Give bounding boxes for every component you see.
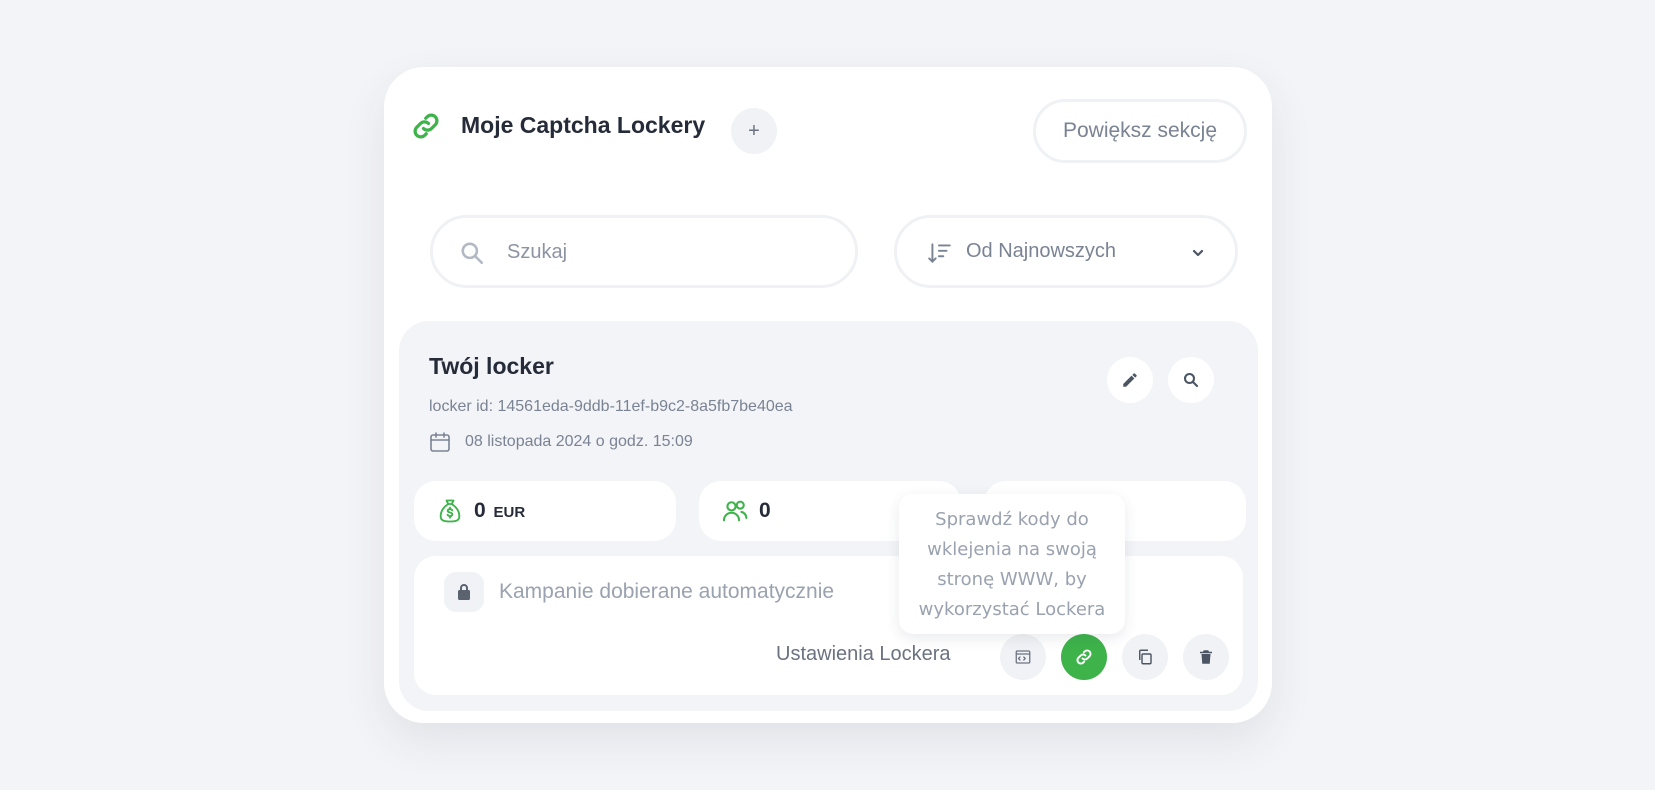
locker-item: Twój locker locker id: 14561eda-9ddb-11e…	[399, 321, 1258, 711]
tooltip-line: wklejenia na swoją	[927, 539, 1097, 560]
search-icon	[461, 242, 484, 265]
tooltip-line: Sprawdź kody do	[935, 509, 1089, 530]
page-title: Moje Captcha Lockery	[461, 112, 706, 138]
copy-icon	[1139, 649, 1152, 665]
sort-selected-label: Od Najnowszych	[966, 240, 1117, 262]
tooltip-line: wykorzystać Lockera	[918, 599, 1106, 620]
search-box[interactable]	[430, 215, 858, 288]
sort-select[interactable]: Od Najnowszych	[894, 215, 1238, 288]
locker-title: Twój locker	[429, 353, 554, 379]
earnings-value: 0 EUR	[474, 499, 526, 522]
browser-code-icon	[1015, 650, 1031, 664]
users-value: 0	[759, 499, 771, 522]
link-icon	[1076, 649, 1092, 665]
locker-date: 08 listopada 2024 o godz. 15:09	[465, 433, 693, 450]
earnings-stat: 0 EUR	[414, 481, 676, 541]
lockers-card: Moje Captcha Lockery + Powiększ sekcję O…	[384, 67, 1272, 723]
tooltip-line: stronę WWW, by	[937, 569, 1087, 590]
link-icon	[413, 113, 439, 139]
locker-id: locker id: 14561eda-9ddb-11ef-b9c2-8a5fb…	[429, 398, 793, 415]
delete-locker-button[interactable]	[1183, 634, 1229, 680]
locker-settings-link[interactable]: Ustawienia Lockera	[776, 643, 951, 666]
chevron-down-icon	[1192, 249, 1204, 257]
pencil-icon	[1123, 373, 1137, 387]
get-link-button[interactable]	[1061, 634, 1107, 680]
lock-icon	[458, 584, 470, 600]
users-icon	[722, 500, 748, 522]
earnings-currency: EUR	[493, 504, 526, 521]
trash-icon	[1200, 650, 1212, 664]
enlarge-section-button[interactable]: Powiększ sekcję	[1033, 99, 1247, 163]
calendar-icon	[430, 432, 450, 452]
duplicate-locker-button[interactable]	[1122, 634, 1168, 680]
link-button-tooltip: Sprawdź kody do wklejenia na swoją stron…	[899, 494, 1125, 634]
edit-locker-button[interactable]	[1107, 357, 1153, 403]
search-input[interactable]	[507, 237, 827, 267]
embed-code-button[interactable]	[1000, 634, 1046, 680]
add-locker-button[interactable]: +	[731, 108, 777, 154]
magnifier-icon	[1183, 372, 1199, 388]
sort-icon	[928, 243, 951, 264]
preview-locker-button[interactable]	[1168, 357, 1214, 403]
money-bag-icon	[439, 499, 461, 523]
campaign-mode-text: Kampanie dobierane automatycznie	[499, 580, 835, 603]
lock-badge	[444, 572, 484, 612]
